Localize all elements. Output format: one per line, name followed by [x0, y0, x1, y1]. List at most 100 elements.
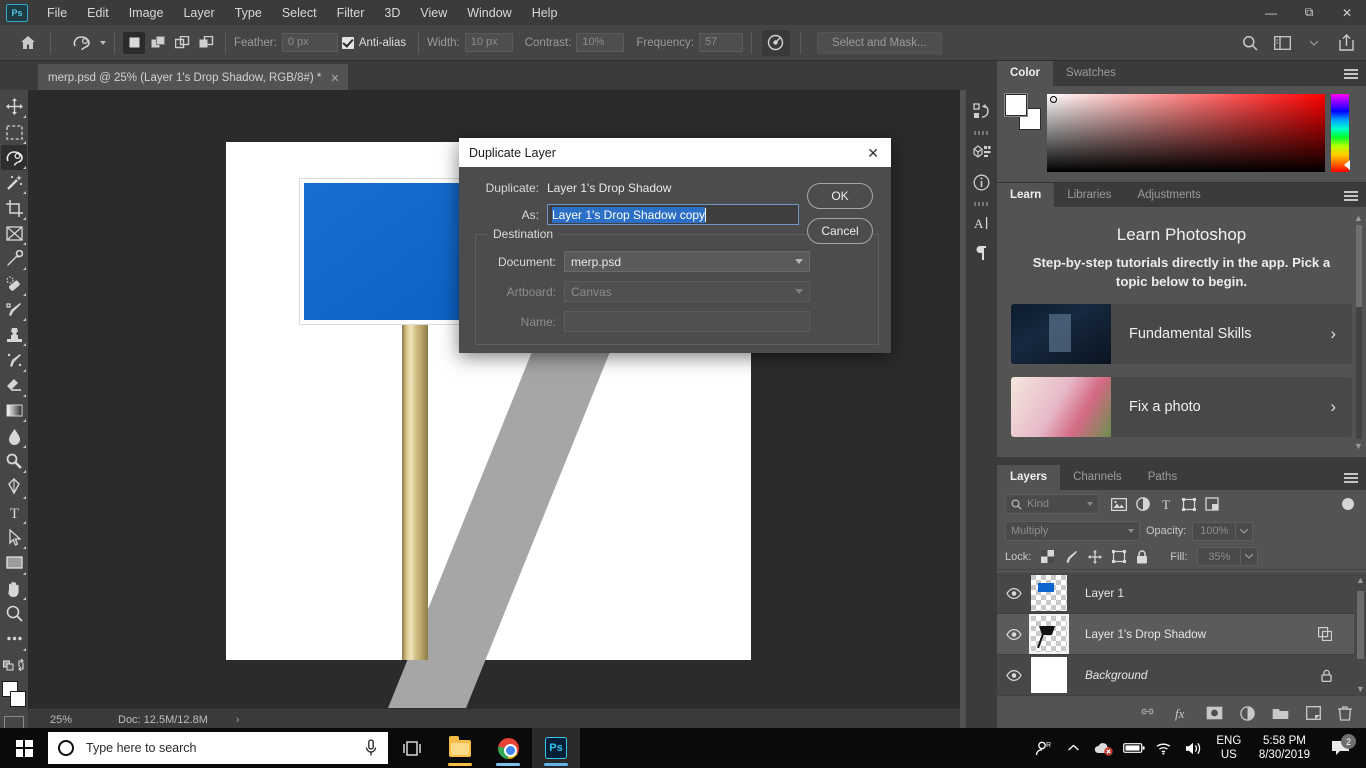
tab-color[interactable]: Color [997, 61, 1054, 86]
default-colors-swap[interactable] [1, 652, 27, 677]
menu-edit[interactable]: Edit [77, 3, 119, 23]
panel-menu-icon[interactable] [1344, 473, 1358, 483]
dodge-tool[interactable] [1, 449, 27, 474]
layer-thumbnail[interactable] [1031, 575, 1067, 611]
table-row[interactable]: Background [997, 655, 1366, 696]
lock-position-icon[interactable] [1088, 549, 1103, 564]
layer-style-icon[interactable]: fx [1173, 706, 1189, 721]
panel-menu-icon[interactable] [1344, 191, 1358, 201]
foreground-background-color[interactable] [1, 680, 27, 710]
intersect-selection-button[interactable] [195, 32, 217, 54]
smart-object-filter-icon[interactable] [1205, 497, 1219, 511]
blur-tool[interactable] [1, 423, 27, 448]
hand-tool[interactable] [1, 576, 27, 601]
feather-input[interactable]: 0 px [281, 33, 338, 52]
frequency-input[interactable]: 57 [698, 33, 743, 52]
search-icon[interactable] [1236, 30, 1264, 56]
scroll-up-icon[interactable]: ▲ [1356, 575, 1365, 585]
type-filter-icon[interactable]: T [1159, 497, 1173, 511]
zoom-level[interactable]: 25% [28, 714, 94, 726]
crop-tool[interactable] [1, 195, 27, 220]
file-explorer-icon[interactable] [436, 728, 484, 768]
delete-layer-icon[interactable] [1338, 705, 1352, 721]
spot-healing-brush-tool[interactable] [1, 271, 27, 296]
search-input[interactable]: Type here to search [48, 732, 388, 764]
frame-tool[interactable] [1, 221, 27, 246]
lock-image-icon[interactable] [1064, 550, 1078, 564]
lock-artboard-icon[interactable] [1112, 550, 1127, 563]
menu-file[interactable]: File [37, 3, 77, 23]
history-brush-tool[interactable] [1, 347, 27, 372]
learn-scrollbar[interactable]: ▲ ▼ [1354, 213, 1364, 451]
document-tab[interactable]: merp.psd @ 25% (Layer 1's Drop Shadow, R… [38, 64, 348, 90]
layer-visibility-icon[interactable] [997, 587, 1031, 599]
layer-visibility-icon[interactable] [997, 669, 1031, 681]
microphone-icon[interactable] [364, 739, 378, 757]
layer-name[interactable]: Layer 1 [1067, 587, 1124, 600]
info-icon[interactable] [967, 167, 996, 197]
select-and-mask-button[interactable]: Select and Mask... [816, 31, 942, 54]
windows-start-icon[interactable] [0, 728, 48, 768]
foreground-color-swatch[interactable] [1004, 93, 1028, 117]
lasso-tool[interactable] [1, 144, 27, 171]
layer-list-scrollbar[interactable]: ▲ ▼ [1354, 573, 1366, 696]
tab-swatches[interactable]: Swatches [1053, 61, 1129, 86]
layer-list[interactable]: Layer 1 Layer 1's Drop Shadow Background… [997, 573, 1366, 696]
new-selection-button[interactable] [123, 31, 145, 54]
learn-card-fix-a-photo[interactable]: Fix a photo › [1011, 377, 1352, 438]
blend-mode-select[interactable]: Multiply [1005, 521, 1140, 541]
tab-adjustments[interactable]: Adjustments [1124, 183, 1213, 208]
scrollbar-thumb[interactable] [1357, 591, 1364, 659]
menu-image[interactable]: Image [119, 3, 174, 23]
adjustment-filter-icon[interactable] [1136, 497, 1150, 511]
as-input[interactable]: Layer 1's Drop Shadow copy [547, 204, 799, 225]
learn-card-fundamental-skills[interactable]: Fundamental Skills › [1011, 304, 1352, 365]
menu-type[interactable]: Type [225, 3, 272, 23]
tab-learn[interactable]: Learn [997, 182, 1055, 208]
eraser-tool[interactable] [1, 373, 27, 398]
layer-mask-icon[interactable] [1206, 706, 1223, 720]
shape-filter-icon[interactable] [1182, 497, 1196, 511]
task-view-icon[interactable] [388, 728, 436, 768]
document-select[interactable]: merp.psd [564, 251, 810, 272]
close-icon[interactable]: ✕ [330, 72, 339, 85]
language-indicator[interactable]: ENG US [1209, 734, 1249, 762]
new-layer-icon[interactable] [1306, 706, 1321, 720]
battery-icon[interactable] [1119, 728, 1149, 768]
tab-libraries[interactable]: Libraries [1054, 183, 1124, 208]
clone-stamp-tool[interactable] [1, 322, 27, 347]
pixel-filter-icon[interactable] [1111, 497, 1127, 511]
scrollbar-thumb[interactable] [1356, 225, 1362, 307]
chevron-up-icon[interactable] [1059, 728, 1089, 768]
share-icon[interactable] [1332, 30, 1360, 56]
workspace-icon[interactable] [1268, 30, 1296, 56]
fill-value[interactable]: 35% [1197, 547, 1242, 566]
menu-filter[interactable]: Filter [327, 3, 375, 23]
tool-preset-picker[interactable] [67, 30, 106, 56]
menu-view[interactable]: View [410, 3, 457, 23]
table-row[interactable]: Layer 1 [997, 573, 1366, 614]
history-icon[interactable] [967, 96, 996, 126]
close-icon[interactable]: ✕ [1328, 0, 1366, 25]
people-icon[interactable]: R [1029, 728, 1059, 768]
add-to-selection-button[interactable] [147, 32, 169, 54]
menu-window[interactable]: Window [457, 3, 521, 23]
scroll-up-icon[interactable]: ▲ [1354, 213, 1363, 223]
ok-button[interactable]: OK [807, 183, 873, 209]
subtract-from-selection-button[interactable] [171, 32, 193, 54]
filter-toggle-switch[interactable] [1342, 498, 1354, 510]
chevron-right-icon[interactable]: › [236, 714, 240, 726]
chevron-down-icon[interactable] [1300, 30, 1328, 56]
google-chrome-icon[interactable] [484, 728, 532, 768]
action-center-icon[interactable]: 2 [1320, 734, 1360, 756]
layer-thumbnail[interactable] [1029, 614, 1069, 654]
scroll-down-icon[interactable]: ▼ [1354, 441, 1363, 451]
color-swatches[interactable] [1004, 93, 1041, 130]
home-icon[interactable] [14, 30, 42, 56]
anti-alias-checkbox[interactable]: Anti-alias [341, 36, 406, 49]
edit-toolbar-tool[interactable] [1, 626, 27, 651]
path-selection-tool[interactable] [1, 525, 27, 550]
color-ramp[interactable] [1047, 94, 1325, 172]
magic-wand-tool[interactable] [1, 170, 27, 195]
minimize-icon[interactable]: — [1252, 0, 1290, 25]
